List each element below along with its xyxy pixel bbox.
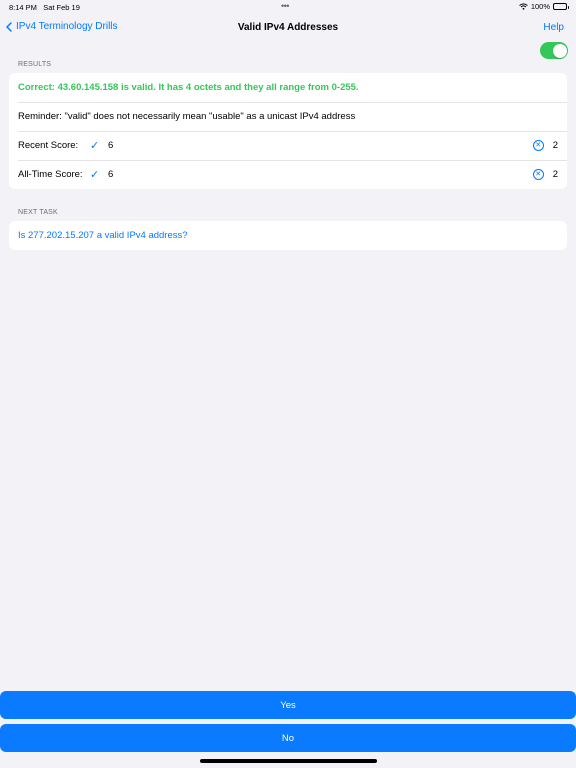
checkmark-icon: ✓: [90, 140, 100, 152]
next-task-row: Is 277.202.15.207 a valid IPv4 address?: [9, 221, 567, 250]
toggle-knob: [552, 43, 567, 58]
page-title: Valid IPv4 Addresses: [237, 22, 339, 33]
navigation-bar: IPv4 Terminology Drills Valid IPv4 Addre…: [0, 14, 576, 42]
battery-icon: [553, 3, 569, 10]
reminder-row: Reminder: "valid" does not necessarily m…: [9, 102, 567, 131]
status-right: 100%: [518, 2, 569, 11]
result-message-row: Correct: 43.60.145.158 is valid. It has …: [9, 73, 567, 102]
next-task-group: Is 277.202.15.207 a valid IPv4 address?: [9, 221, 567, 250]
recent-score-row: Recent Score: ✓ 6 ✕ 2: [9, 131, 567, 160]
recent-score-label: Recent Score:: [18, 140, 79, 151]
results-group: Correct: 43.60.145.158 is valid. It has …: [9, 73, 567, 189]
multitasking-dots-icon[interactable]: •••: [281, 1, 289, 11]
recent-wrong-count: 2: [552, 140, 558, 151]
help-button[interactable]: Help: [543, 22, 564, 33]
alltime-wrong-count: 2: [552, 169, 558, 180]
reminder-text: Reminder: "valid" does not necessarily m…: [18, 111, 356, 122]
recent-correct-count: 6: [108, 140, 114, 151]
home-indicator: [200, 759, 377, 763]
x-circle-icon: ✕: [532, 169, 544, 180]
wifi-icon: [518, 3, 528, 10]
yes-button[interactable]: Yes: [0, 691, 576, 719]
mode-toggle[interactable]: [540, 42, 568, 59]
checkmark-icon: ✓: [90, 169, 100, 181]
battery-percent: 100%: [530, 2, 550, 11]
results-header: RESULTS: [18, 61, 52, 68]
alltime-correct-count: 6: [108, 169, 114, 180]
status-bar: 8:14 PM Sat Feb 19 ••• 100%: [0, 0, 576, 14]
result-message: Correct: 43.60.145.158 is valid. It has …: [18, 82, 359, 93]
status-time: 8:14 PM Sat Feb 19: [9, 3, 80, 12]
next-task-header: NEXT TASK: [18, 209, 58, 216]
alltime-score-label: All-Time Score:: [18, 169, 83, 180]
alltime-score-row: All-Time Score: ✓ 6 ✕ 2: [9, 160, 567, 189]
next-task-question: Is 277.202.15.207 a valid IPv4 address?: [18, 230, 188, 241]
x-circle-icon: ✕: [532, 140, 544, 151]
no-button[interactable]: No: [0, 724, 576, 752]
